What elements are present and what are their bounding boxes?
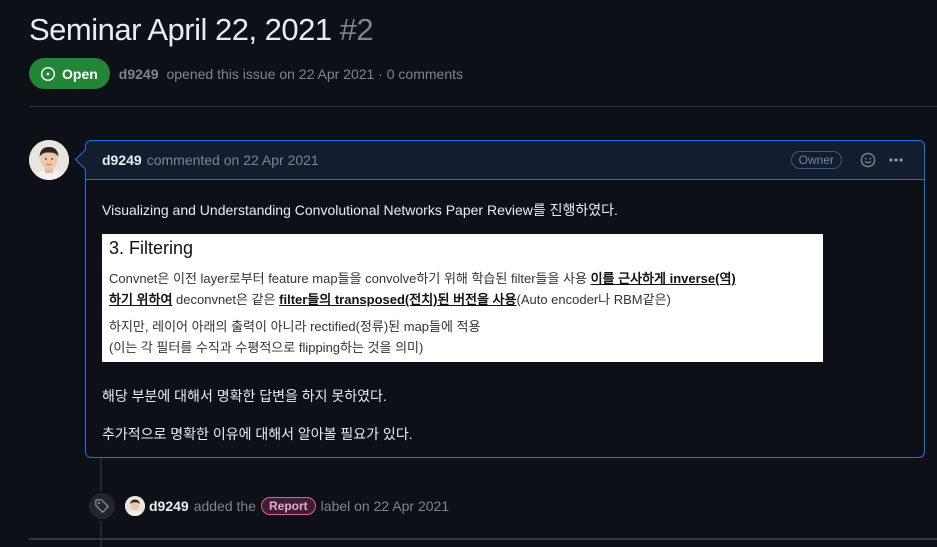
issue-number: #2 xyxy=(339,12,374,47)
state-badge-open: Open xyxy=(29,58,110,89)
embed-emphasis: filter들의 transposed(전치)된 버전을 사용 xyxy=(279,292,517,307)
kebab-horizontal-icon[interactable] xyxy=(884,148,908,172)
event-suffix-text: label on 22 Apr 2021 xyxy=(320,498,450,514)
embed-paragraph-1: Convnet은 이전 layer로부터 feature map들을 convo… xyxy=(109,268,816,289)
label-event-row: d9249 added the Report label on 22 Apr 2… xyxy=(87,491,450,521)
comment-author-link[interactable]: d9249 xyxy=(102,152,142,168)
embed-text: deconvnet은 같은 xyxy=(172,292,280,307)
comment-body-line-3: 추가적으로 명확한 이유에 대해서 알아볼 필요가 있다. xyxy=(102,426,413,442)
embed-paragraph-2: 하기 위하여 deconvnet은 같은 filter들의 transposed… xyxy=(109,289,816,310)
comment-card: d9249 commented on 22 Apr 2021 Owner Vis… xyxy=(85,140,925,458)
embed-paragraph-4: (이는 각 필터를 수직과 수평적으로 flipping하는 것을 의미) xyxy=(109,340,424,355)
embed-text: Convnet은 이전 layer로부터 feature map들을 convo… xyxy=(109,271,591,286)
report-label[interactable]: Report xyxy=(261,497,316,515)
comment-body-line-1: Visualizing and Understanding Convolutio… xyxy=(102,202,618,218)
issue-opened-text: opened this issue on 22 Apr 2021 · 0 com… xyxy=(166,65,463,82)
embed-heading: 3. Filtering xyxy=(109,238,194,258)
tag-icon xyxy=(87,491,117,521)
comment-header: d9249 commented on 22 Apr 2021 Owner xyxy=(86,141,924,180)
embedded-image-filtering[interactable]: 3. Filtering Convnet은 이전 layer로부터 featur… xyxy=(102,234,823,362)
event-author-link[interactable]: d9249 xyxy=(149,498,189,514)
issue-title: Seminar April 22, 2021 xyxy=(29,12,332,47)
embed-emphasis: 이를 근사하게 inverse(역) xyxy=(590,271,736,286)
embed-text: (Auto encoder나 RBM같은) xyxy=(516,292,671,307)
issue-title-row: Seminar April 22, 2021 #2 xyxy=(29,12,374,48)
embed-emphasis: 하기 위하여 xyxy=(109,292,173,307)
comment-timestamp-link[interactable]: commented on 22 Apr 2021 xyxy=(147,152,319,168)
issue-page: Seminar April 22, 2021 #2 Open d9249 open… xyxy=(0,0,937,547)
bottom-divider xyxy=(29,538,937,540)
issue-author-link[interactable]: d9249 xyxy=(119,66,159,82)
header-divider xyxy=(29,106,937,107)
issue-opened-icon xyxy=(40,66,56,82)
event-action-text: added the xyxy=(193,498,256,514)
author-avatar[interactable] xyxy=(29,140,69,180)
embed-paragraph-3: 하지만, 레이어 아래의 출력이 아니라 rectified(정류)된 map들… xyxy=(109,319,481,334)
comment-body-line-2: 해당 부분에 대해서 명확한 답변을 하지 못하였다. xyxy=(102,388,387,404)
state-label: Open xyxy=(62,65,98,82)
smiley-icon[interactable] xyxy=(856,148,880,172)
issue-status-row: Open d9249 opened this issue on 22 Apr 2… xyxy=(29,58,463,89)
event-author-avatar[interactable] xyxy=(125,496,145,516)
owner-badge: Owner xyxy=(790,151,842,169)
